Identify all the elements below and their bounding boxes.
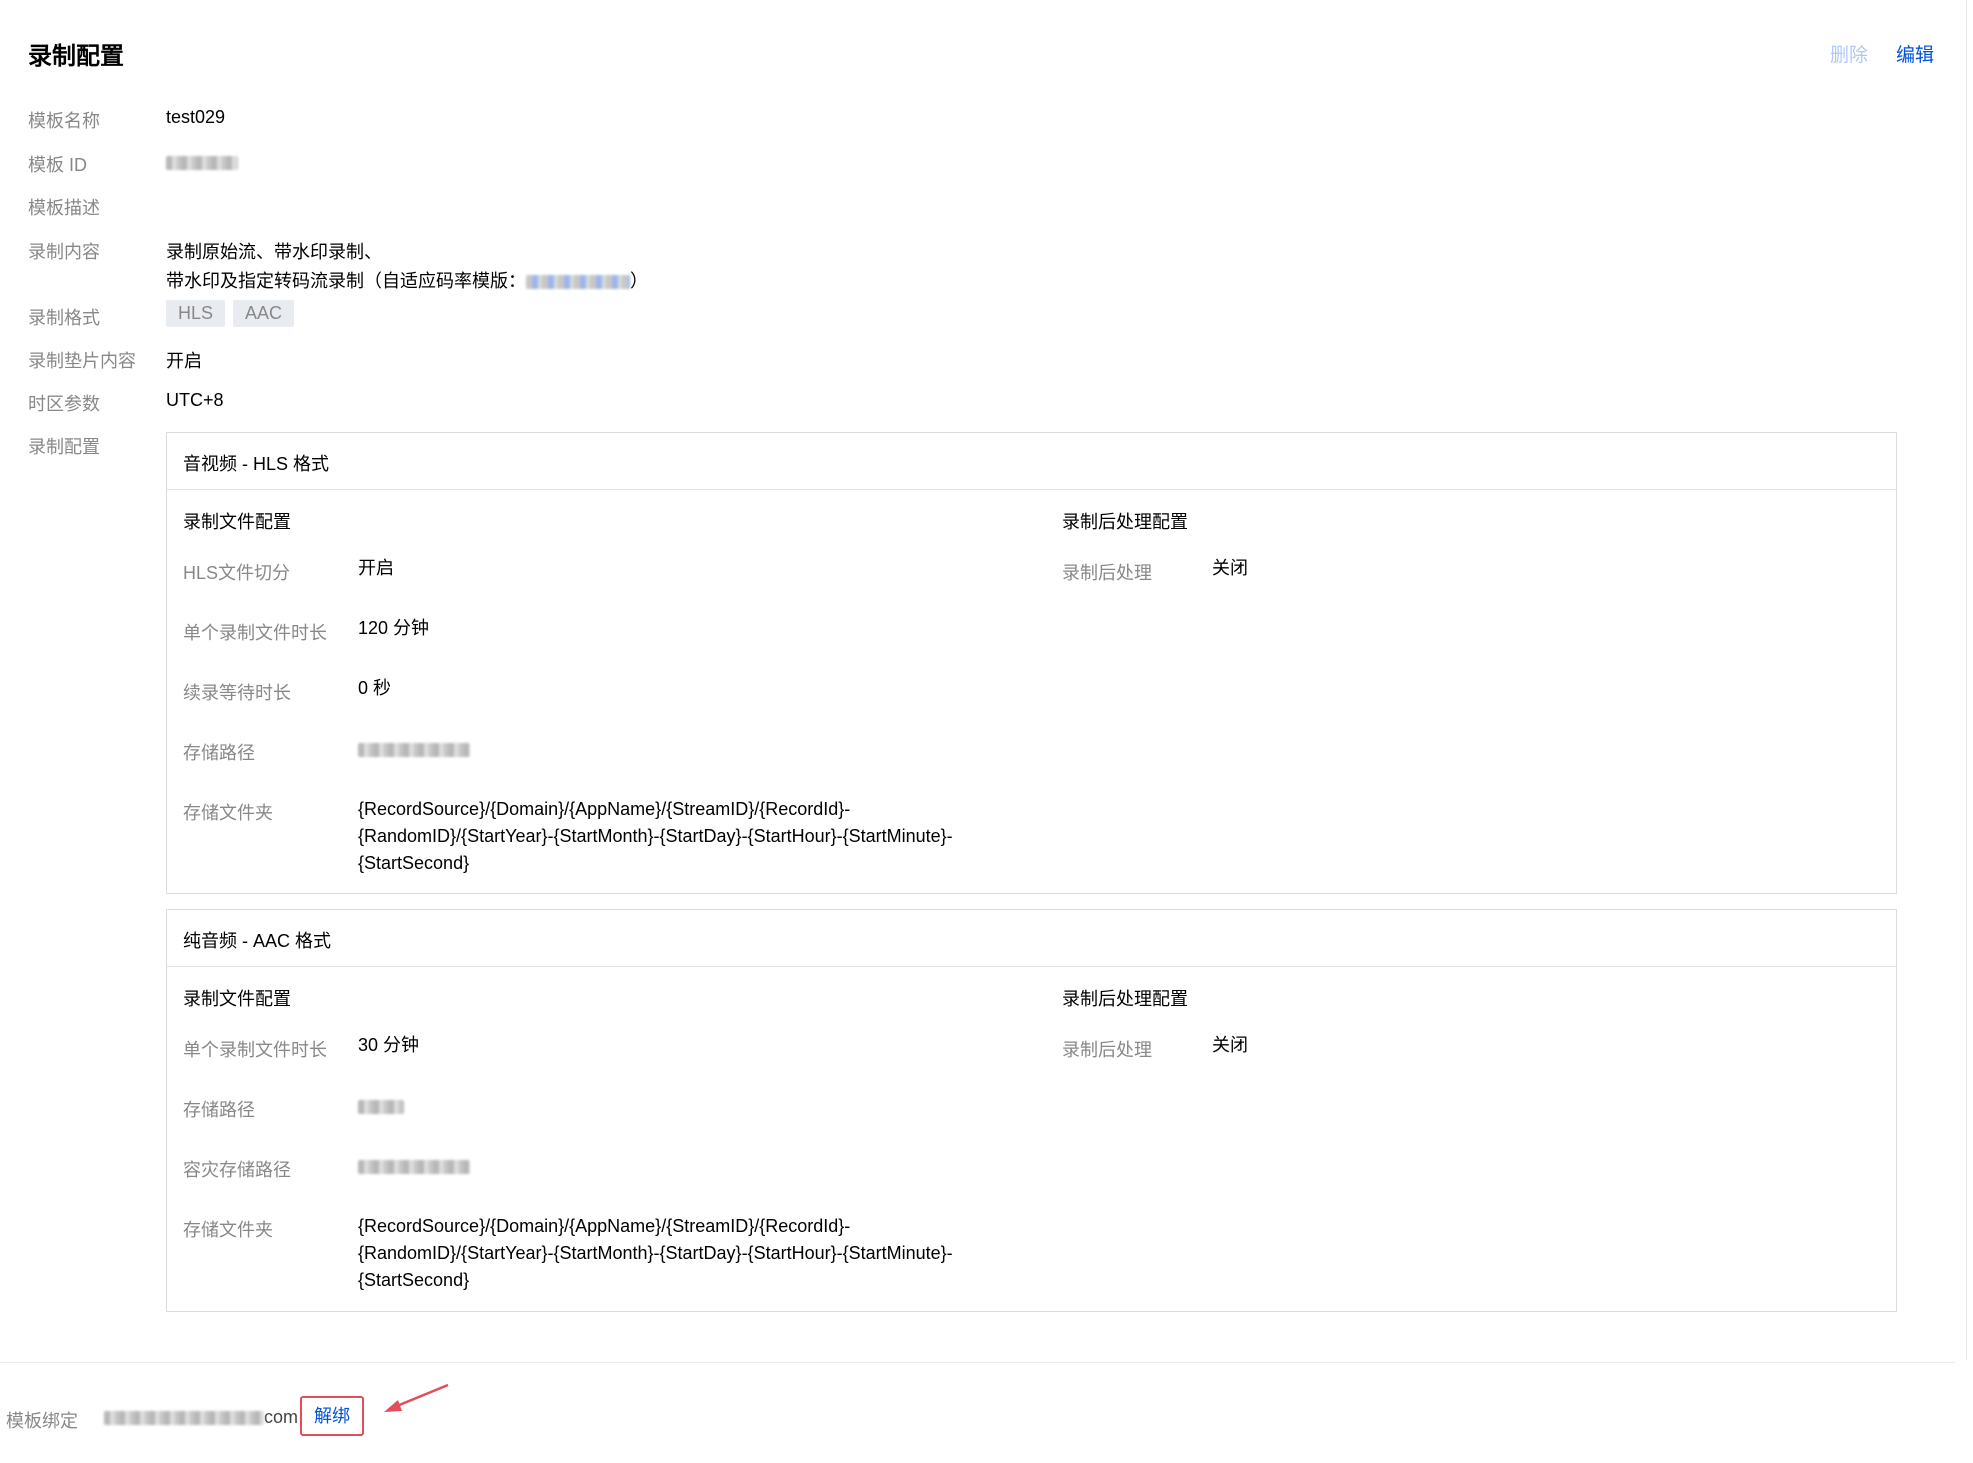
hls-folder-line1: {RecordSource}/{Domain}/{AppName}/{Strea… [358,799,851,819]
hls-post-value: 关闭 [1212,558,1248,578]
hls-card-title: 音视频 - HLS 格式 [183,454,330,474]
page-title: 录制配置 [28,43,124,70]
bottom-divider [0,1362,1955,1363]
format-tag: AAC [233,300,295,327]
aac-backup-path-label: 容灾存储路径 [183,1160,291,1180]
hls-duration-label: 单个录制文件时长 [183,623,327,643]
hls-split-value: 开启 [358,558,394,578]
hls-path-value [358,736,470,763]
aac-post-value: 关闭 [1212,1035,1248,1055]
record-content-label: 录制内容 [28,242,100,262]
hls-post-label: 录制后处理 [1062,563,1152,583]
hls-file-config-title: 录制文件配置 [183,512,291,532]
aac-folder-line3: {StartSecond} [358,1270,470,1290]
aac-folder-label: 存储文件夹 [183,1220,273,1240]
aac-backup-path-value [358,1153,470,1180]
hls-duration-value: 120 分钟 [358,618,430,638]
template-binding-label: 模板绑定 [6,1411,78,1431]
hls-folder-value: {RecordSource}/{Domain}/{AppName}/{Strea… [358,796,953,877]
pad-content-value: 开启 [166,351,202,371]
record-content-line2-suffix: ） [630,271,648,291]
hls-config-card: 音视频 - HLS 格式 录制文件配置 录制后处理配置 HLS文件切分 开启 录… [166,432,1897,894]
adaptive-template-name [526,275,630,290]
record-content-line2-prefix: 带水印及指定转码流录制（自适应码率模版： [166,271,526,291]
aac-card-title: 纯音频 - AAC 格式 [183,931,332,951]
unbind-button[interactable]: 解绑 [300,1396,364,1436]
bound-domain: com [104,1407,298,1428]
aac-file-config-title: 录制文件配置 [183,989,291,1009]
timezone-label: 时区参数 [28,394,100,414]
format-tags: HLS AAC [166,300,302,327]
record-format-label: 录制格式 [28,308,100,328]
aac-folder-line1: {RecordSource}/{Domain}/{AppName}/{Strea… [358,1216,851,1236]
format-tag: HLS [166,300,226,327]
hls-folder-label: 存储文件夹 [183,803,273,823]
hls-post-config-title: 录制后处理配置 [1062,512,1188,532]
hls-folder-line3: {StartSecond} [358,853,470,873]
template-desc-label: 模板描述 [28,198,100,218]
template-name-label: 模板名称 [28,111,100,131]
annotation-arrow-icon [384,1383,449,1412]
edit-button[interactable]: 编辑 [1896,40,1934,67]
delete-button[interactable]: 删除 [1830,40,1868,67]
bound-domain-blurred [104,1411,264,1426]
template-id-label: 模板 ID [28,155,88,175]
aac-duration-value: 30 分钟 [358,1035,420,1055]
hls-wait-label: 续录等待时长 [183,683,291,703]
template-name-value: test029 [166,107,226,127]
timezone-value: UTC+8 [166,390,224,410]
record-content-line2: 带水印及指定转码流录制（自适应码率模版： ） [166,267,648,293]
aac-folder-line2: {RandomID}/{StartYear}-{StartMonth}-{Sta… [358,1243,953,1263]
record-content-line1: 录制原始流、带水印录制、 [166,242,382,262]
aac-duration-label: 单个录制文件时长 [183,1040,327,1060]
hls-split-label: HLS文件切分 [183,563,291,583]
aac-config-card: 纯音频 - AAC 格式 录制文件配置 录制后处理配置 单个录制文件时长 30 … [166,909,1897,1312]
aac-path-label: 存储路径 [183,1100,255,1120]
aac-post-label: 录制后处理 [1062,1040,1152,1060]
bound-domain-suffix: com [264,1407,299,1427]
aac-post-config-title: 录制后处理配置 [1062,989,1188,1009]
aac-folder-value: {RecordSource}/{Domain}/{AppName}/{Strea… [358,1213,953,1294]
vertical-divider [1966,0,1967,1360]
hls-wait-value: 0 秒 [358,678,392,698]
template-id-value [166,152,238,173]
aac-path-value [358,1093,404,1120]
pad-content-label: 录制垫片内容 [28,351,136,371]
hls-folder-line2: {RandomID}/{StartYear}-{StartMonth}-{Sta… [358,826,953,846]
record-config-label: 录制配置 [28,437,100,457]
hls-path-label: 存储路径 [183,743,255,763]
